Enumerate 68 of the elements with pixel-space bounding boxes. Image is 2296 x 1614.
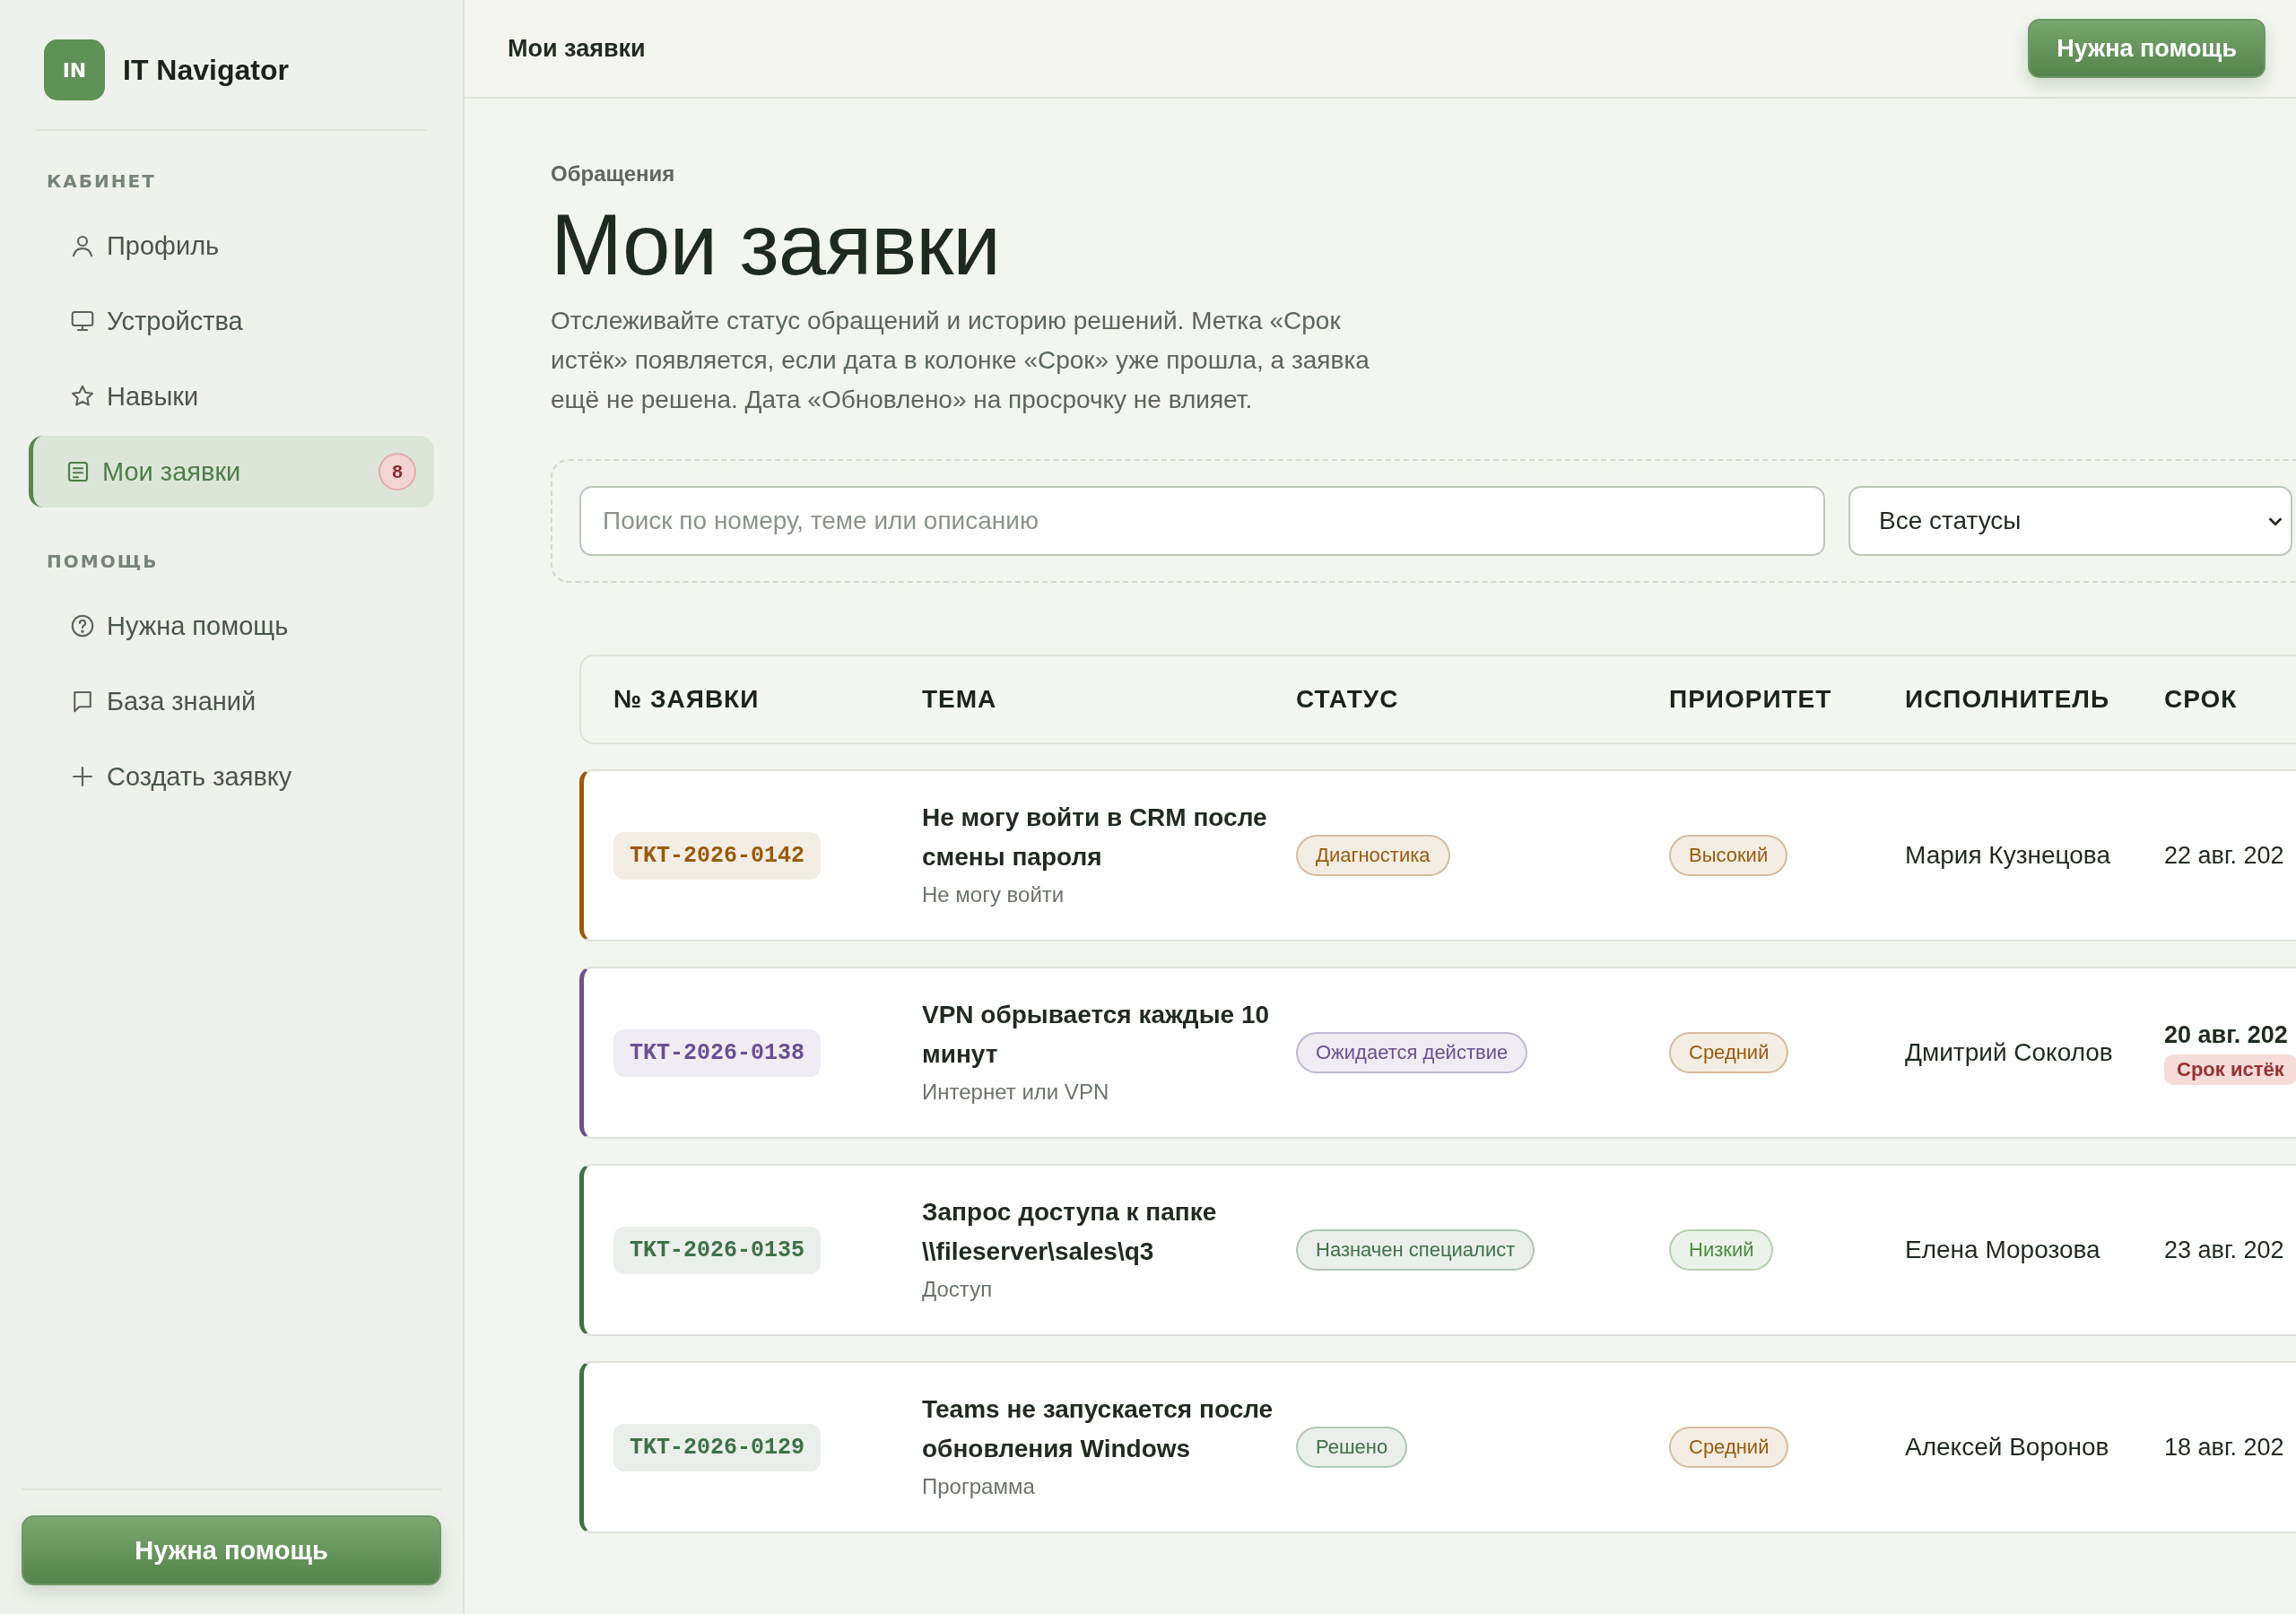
nav-label: Мои заявки <box>102 456 242 487</box>
nav-item[interactable]: Навыки <box>29 360 434 432</box>
status-tag: Ожидается действие <box>1296 1032 1528 1073</box>
assignee-name: Мария Кузнецова <box>1905 841 2111 870</box>
search-field[interactable]: Поиск по номеру, теме или описанию <box>579 486 1825 556</box>
due-date: 23 авг. 202 <box>2164 1236 2284 1264</box>
dropdown-value: Все статусы <box>1879 507 2022 535</box>
ticket-title: VPN обрывается каждые 10 минут <box>922 1000 1271 1070</box>
section-heading: ПОМОЩЬ <box>47 551 159 572</box>
nav-label: База знаний <box>107 686 257 716</box>
ticket-id: TKT-2026-0129 <box>613 1423 822 1471</box>
assignee-name: Дмитрий Соколов <box>1905 1038 2114 1067</box>
nav-item[interactable]: Мои заявки 8 <box>29 436 434 508</box>
priority-tag: Низкий <box>1669 1229 1774 1271</box>
ticket-row[interactable]: TKT-2026-0135 Запрос доступа к папке \\fileserver\sales\q3 Доступ Назначен специалист Низкий Елена Морозова 23 авг. 202 <box>579 1164 2296 1336</box>
due-date: 22 авг. 202 <box>2164 841 2284 870</box>
status-tag: Диагностика <box>1296 835 1450 876</box>
nav-item[interactable]: Устройства <box>29 285 434 357</box>
priority-tag: Средний <box>1669 1032 1789 1073</box>
ticket-row[interactable]: TKT-2026-0129 Teams не запускается после обновления Windows Программа Решено Средний Алексей Воронов 18 авг. 202 <box>579 1361 2296 1533</box>
page-title: Мои заявки <box>508 34 646 63</box>
nav-label: Навыки <box>107 381 200 412</box>
ticket-title: Запрос доступа к папке \\fileserver\sales\q3 <box>922 1197 1218 1267</box>
column-header: № ЗАЯВКИ <box>613 685 761 714</box>
nav-item[interactable]: Профиль <box>29 210 434 282</box>
ticket-id: TKT-2026-0135 <box>613 1226 822 1274</box>
column-header: ТЕМА <box>922 685 998 714</box>
ticket-category: Не могу войти <box>922 881 1065 908</box>
description: Отслеживайте статус обращений и историю решений. Метка «Срок истёк» появляется, если дата в колонке «Срок» уже прошла, а заявка ещё не решена. Дата «Обновлено» на просрочку не влияет. <box>551 306 1370 415</box>
breadcrumb: Обращения <box>551 161 676 187</box>
count-badge: 8 <box>378 453 416 490</box>
page-heading: Мои заявки <box>551 195 1001 294</box>
overdue-tag: Срок истёк <box>2164 1054 2296 1085</box>
ticket-title: Teams не запускается после обновления Windows <box>922 1394 1274 1464</box>
status-tag: Назначен специалист <box>1296 1229 1535 1271</box>
nav-label: Нужна помощь <box>107 611 290 641</box>
ticket-category: Доступ <box>922 1276 994 1303</box>
nav-item[interactable]: Создать заявку <box>29 741 434 812</box>
help-button[interactable]: Нужна помощь <box>22 1515 441 1585</box>
nav-item[interactable]: Нужна помощь <box>29 590 434 662</box>
nav-item[interactable]: База знаний <box>29 665 434 737</box>
nav-label: Профиль <box>107 230 221 261</box>
ticket-title: Не могу войти в CRM после смены пароля <box>922 803 1268 872</box>
section-heading: КАБИНЕТ <box>47 170 156 192</box>
due-date: 18 авг. 202 <box>2164 1433 2284 1462</box>
nav-label: Устройства <box>107 306 244 336</box>
app-name: IT Navigator <box>123 53 289 87</box>
ticket-category: Программа <box>922 1473 1036 1500</box>
ticket-category: Интернет или VPN <box>922 1079 1110 1106</box>
assignee-name: Елена Морозова <box>1905 1236 2101 1264</box>
ticket-id: TKT-2026-0138 <box>613 1028 822 1077</box>
priority-tag: Высокий <box>1669 835 1788 876</box>
column-header: ПРИОРИТЕТ <box>1669 685 1833 714</box>
ticket-row[interactable]: TKT-2026-0142 Не могу войти в CRM после смены пароля Не могу войти Диагностика Высокий Мария Кузнецова 22 авг. 202 <box>579 769 2296 941</box>
column-header: СРОК <box>2164 685 2239 714</box>
status-dropdown[interactable]: Все статусы <box>1848 486 2292 556</box>
assignee-name: Алексей Воронов <box>1905 1433 2110 1462</box>
column-header: ИСПОЛНИТЕЛЬ <box>1905 685 2111 714</box>
due-date: 20 авг. 202 <box>2164 1020 2288 1049</box>
help-button[interactable]: Нужна помощь <box>2028 19 2266 78</box>
ticket-row[interactable]: TKT-2026-0138 VPN обрывается каждые 10 минут Интернет или VPN Ожидается действие Средний Дмитрий Соколов 20 авг. 202 Срок истёк <box>579 967 2296 1139</box>
logo-mark: IN <box>44 39 105 100</box>
priority-tag: Средний <box>1669 1427 1789 1468</box>
column-header: СТАТУС <box>1296 685 1400 714</box>
nav-label: Создать заявку <box>107 761 293 792</box>
help-icon <box>69 612 96 639</box>
ticket-id: TKT-2026-0142 <box>613 831 822 880</box>
status-tag: Решено <box>1296 1427 1408 1468</box>
